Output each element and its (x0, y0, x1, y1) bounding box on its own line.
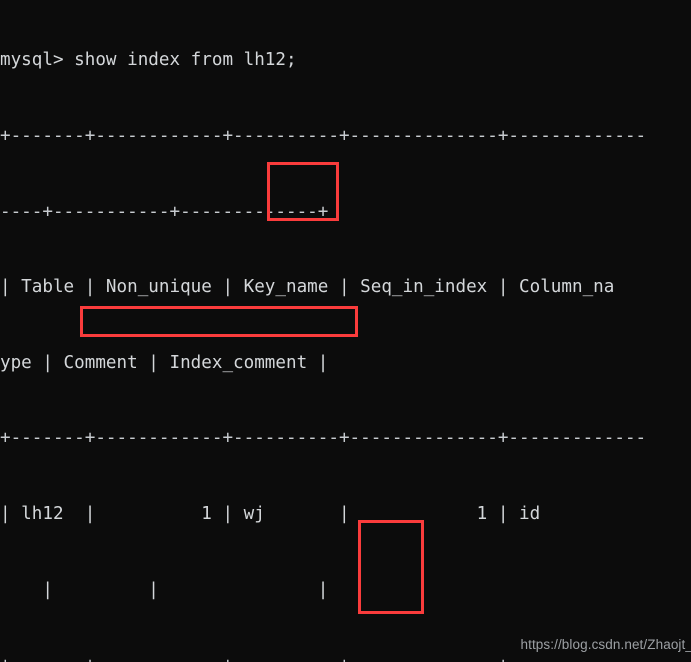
watermark-text: https://blog.csdn.net/Zhaojt_ (520, 636, 691, 652)
console-line-index-header-wrap: ype | Comment | Index_comment | (0, 352, 329, 373)
terminal-window[interactable]: mysql> show index from lh12; +-------+--… (0, 0, 691, 662)
console-line-prompt-show-index: mysql> show index from lh12; (0, 50, 297, 71)
console-line-separator-wrap: ----+-----------+-------------+ (0, 201, 329, 222)
console-line-index-header: | Table | Non_unique | Key_name | Seq_in… (0, 277, 615, 298)
table-row: | lh12 | 1 | wj | 1 | id (0, 503, 541, 524)
console-line-separator: +-------+------------+----------+-------… (0, 428, 647, 449)
console-output: mysql> show index from lh12; +-------+--… (0, 0, 691, 662)
console-line-separator: +-------+------------+----------+-------… (0, 126, 647, 146)
table-row-wrap: | | | (0, 579, 329, 600)
